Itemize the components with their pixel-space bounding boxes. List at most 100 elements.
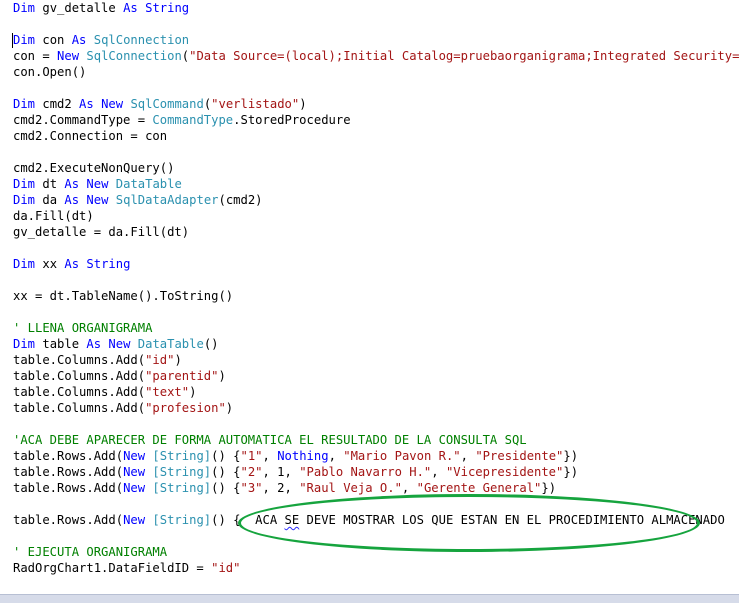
code-token: As [123, 1, 138, 15]
code-token: [String] [152, 481, 212, 495]
code-token: table.Rows.Add( [13, 513, 124, 527]
code-token: table.Rows.Add( [13, 449, 124, 463]
code-token: (cmd2) [218, 193, 263, 207]
code-line[interactable]: con = New SqlConnection("Data Source=(lo… [13, 48, 739, 64]
code-token: con = [13, 49, 58, 63]
code-token: "Data Source=(local);Initial Catalog=pru… [189, 49, 739, 63]
code-line[interactable]: Dim con As SqlConnection [13, 32, 189, 48]
code-line[interactable]: table.Columns.Add("text") [13, 384, 196, 400]
code-token: , [431, 465, 446, 479]
code-token: "text" [145, 385, 190, 399]
code-token: () { [211, 481, 241, 495]
code-token: da [35, 193, 65, 207]
code-token: ) [218, 369, 226, 383]
code-line[interactable]: Dim xx As String [13, 256, 130, 272]
code-line[interactable]: Dim table As New DataTable() [13, 336, 219, 352]
code-token: As [64, 193, 80, 207]
code-line[interactable]: table.Columns.Add("id") [13, 352, 182, 368]
code-token: cmd2.Connection = con [13, 129, 168, 143]
code-token: New [101, 97, 124, 111]
code-token: , [401, 481, 417, 495]
code-token: "Presidente" [475, 449, 564, 463]
code-line[interactable]: table.Columns.Add("parentid") [13, 368, 226, 384]
code-token: New [108, 337, 131, 351]
code-token: String [145, 1, 190, 15]
code-token: da.Fill(dt) [13, 209, 94, 223]
code-token: "2" [240, 465, 263, 479]
code-token: ' LLENA ORGANIGRAMA [13, 321, 153, 335]
code-token: "Gerente General" [416, 481, 542, 495]
code-line[interactable]: table.Rows.Add(New [String]() {"1", Noth… [13, 448, 578, 464]
code-token: "id" [145, 353, 175, 367]
code-token: SqlCommand [130, 97, 204, 111]
code-token: New [86, 177, 109, 191]
code-token: table [35, 337, 87, 351]
code-token: "Pablo Navarro H." [299, 465, 432, 479]
code-token: New [123, 465, 146, 479]
code-line[interactable]: da.Fill(dt) [13, 208, 94, 224]
code-token: SqlConnection [86, 49, 182, 63]
code-token: String [86, 257, 131, 271]
code-token: [String] [152, 513, 212, 527]
code-token: New [123, 513, 146, 527]
code-token: cmd2.CommandType = [13, 113, 153, 127]
code-token: }) [563, 449, 579, 463]
code-token: "Raul Veja O." [299, 481, 402, 495]
code-token: dt [35, 177, 65, 191]
code-token: "parentid" [145, 369, 219, 383]
code-token: table.Columns.Add( [13, 369, 146, 383]
code-line[interactable]: Dim dt As New DataTable [13, 176, 182, 192]
code-token: As [79, 97, 94, 111]
code-token: cmd2.ExecuteNonQuery() [13, 161, 175, 175]
code-token: table.Columns.Add( [13, 353, 146, 367]
code-line[interactable]: cmd2.Connection = con [13, 128, 167, 144]
code-token: "1" [240, 449, 263, 463]
code-token: .StoredProcedure [233, 113, 351, 127]
code-token: con.Open() [13, 65, 87, 79]
code-token: table.Rows.Add( [13, 481, 124, 495]
code-token: ' EJECUTA ORGANIGRAMA [13, 545, 168, 559]
code-token: }) [563, 465, 579, 479]
code-token: gv_detalle [35, 1, 124, 15]
code-token: }) [541, 481, 557, 495]
code-token: "id" [211, 561, 241, 575]
code-token: () [203, 337, 219, 351]
highlight-ellipse-annotation [238, 494, 700, 552]
code-token: , [460, 449, 476, 463]
code-token: Dim [13, 257, 36, 271]
code-line[interactable]: xx = dt.TableName().ToString() [13, 288, 233, 304]
code-line[interactable]: table.Rows.Add(New [String]() {"2", 1, "… [13, 464, 578, 480]
code-line[interactable]: con.Open() [13, 64, 86, 80]
code-line[interactable]: Dim gv_detalle As String [13, 0, 189, 16]
code-token: , 1, [262, 465, 300, 479]
code-token: Nothing [277, 449, 329, 463]
code-token: New [86, 193, 109, 207]
code-token: Dim [13, 33, 36, 47]
code-line[interactable]: ' LLENA ORGANIGRAMA [13, 320, 152, 336]
code-line[interactable]: cmd2.CommandType = CommandType.StoredPro… [13, 112, 351, 128]
code-line[interactable]: gv_detalle = da.Fill(dt) [13, 224, 189, 240]
code-token: ) [225, 401, 234, 415]
code-token: SqlConnection [93, 33, 190, 47]
code-line[interactable]: 'ACA DEBE APARECER DE FORMA AUTOMATICA E… [13, 432, 527, 448]
code-token: "Mario Pavon R." [343, 449, 461, 463]
code-token: DataTable [137, 337, 204, 351]
code-line[interactable]: Dim cmd2 As New SqlCommand("verlistado") [13, 96, 307, 112]
code-token: Dim [13, 337, 36, 351]
code-line[interactable]: ' EJECUTA ORGANIGRAMA [13, 544, 167, 560]
code-line[interactable]: Dim da As New SqlDataAdapter(cmd2) [13, 192, 263, 208]
code-token: New [123, 449, 146, 463]
code-line[interactable]: table.Columns.Add("profesion") [13, 400, 233, 416]
code-token: , [262, 449, 278, 463]
code-token: "Vicepresidente" [445, 465, 564, 479]
code-token: 'ACA DEBE APARECER DE FORMA AUTOMATICA E… [13, 433, 527, 447]
code-line[interactable]: cmd2.ExecuteNonQuery() [13, 160, 174, 176]
code-token: ) [189, 385, 197, 399]
code-line[interactable]: RadOrgChart1.DataFieldID = "id" [13, 560, 240, 576]
